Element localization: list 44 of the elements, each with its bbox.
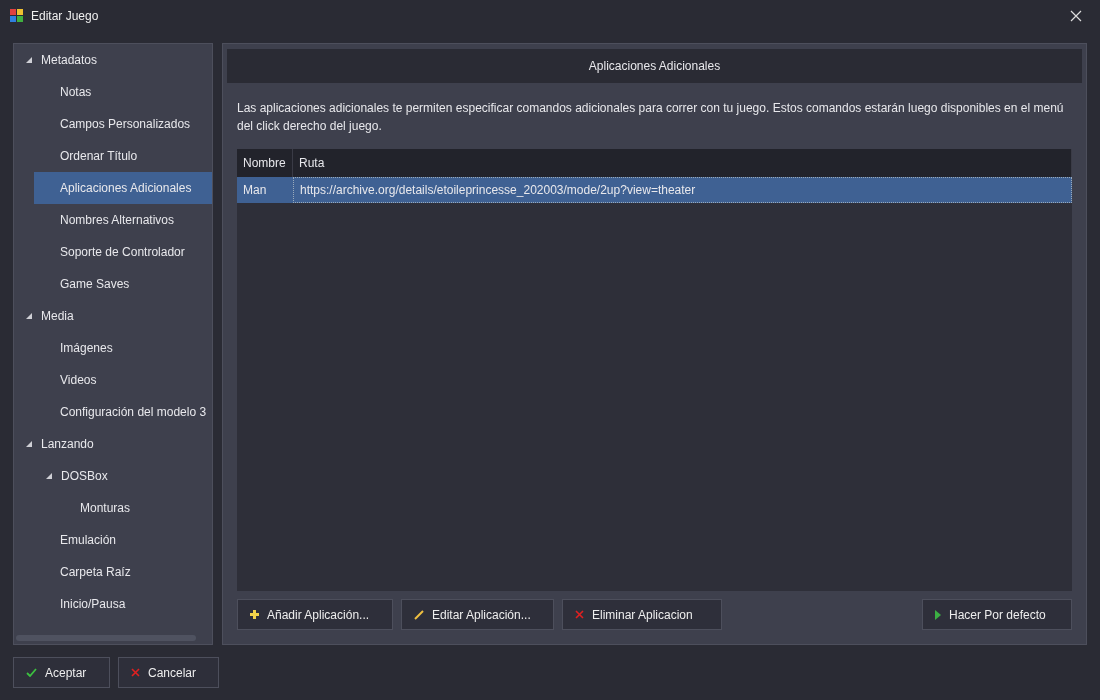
tree-item[interactable]: Game Saves [14,267,212,300]
column-header[interactable]: Nombre [237,148,293,177]
expanded-arrow-icon[interactable] [26,312,32,319]
checkmark-icon [26,668,37,677]
close-icon [131,668,140,677]
tree-item[interactable]: Emulación [14,523,212,556]
play-icon [935,609,941,620]
accept-button[interactable]: Aceptar [13,657,110,688]
table-cell-text: Man [242,181,268,199]
tree-item[interactable]: Notas [14,75,212,108]
close-icon [575,610,584,619]
tree-item[interactable]: Ordenar Título [14,139,212,172]
tree-item[interactable]: Nombres Alternativos [14,203,212,236]
expanded-arrow-icon[interactable] [26,56,32,63]
action-button[interactable]: Eliminar Aplicacion [562,599,722,630]
tree-item[interactable]: Imágenes [14,331,212,364]
tree-item[interactable]: Configuración del modelo 3 [14,395,212,428]
expanded-arrow-icon[interactable] [46,472,52,479]
tree-item[interactable]: Carpeta Raíz [14,555,212,588]
pencil-icon [414,609,424,620]
tree-item[interactable]: Campos Personalizados [14,107,212,140]
tree-item[interactable]: Inicio/Pausa [14,587,212,620]
cube-logo-icon [10,9,23,23]
column-header[interactable]: Ruta [293,148,1072,177]
cancel-button[interactable]: Cancelar [118,657,219,688]
tree-item[interactable]: Soporte de Controlador [14,235,212,268]
table-cell: https://archive.org/details/etoileprincesse_202003/mode/2up?view=theater [293,176,1072,203]
tree-item[interactable]: Videos [14,363,212,396]
tree-item[interactable]: Media [14,299,212,332]
panel-header: Aplicaciones Adicionales [227,48,1082,83]
close-icon [1070,9,1082,22]
expanded-arrow-icon[interactable] [26,440,32,447]
action-button[interactable]: Hacer Por defecto [922,599,1072,630]
tree-item[interactable]: DOSBox [14,459,212,492]
tree-item[interactable]: Metadatos [14,43,212,76]
action-button[interactable]: Añadir Aplicación... [237,599,393,630]
tree-item[interactable]: Monturas [14,491,212,524]
window-title: Editar Juego [31,8,100,23]
action-button[interactable]: Editar Aplicación... [401,599,554,630]
table-row[interactable]: Man https://archive.org/details/etoileprincesse_202003/mode/2up?view=theater [237,176,1072,203]
tree-item[interactable]: Aplicaciones Adicionales [34,171,212,204]
tree-item[interactable]: Lanzando [14,427,212,460]
plus-icon [250,610,259,619]
description-text: Las aplicaciones adicionales te permiten especificar comandos adicionales para correr con tu juego. Estos comandos estarán luego disponibles en el menú del click derecho del juego. [237,99,1065,135]
